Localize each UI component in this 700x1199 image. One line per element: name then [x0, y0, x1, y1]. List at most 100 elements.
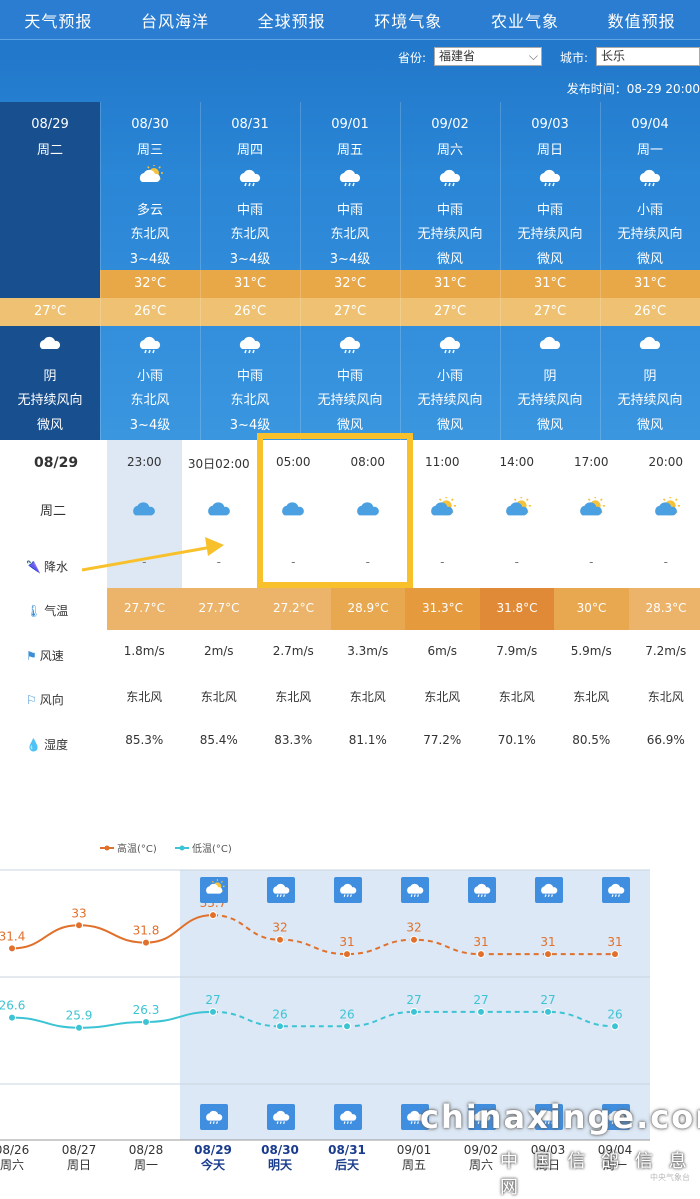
hour-wind-speed: 3.3m/s [331, 644, 406, 658]
day-weather: 中雨 [200, 199, 300, 218]
day-weekday: 周五 [300, 139, 400, 158]
low-temp: 26°C [100, 298, 200, 326]
day-weather: 中雨 [400, 199, 500, 218]
hour-humidity: 80.5% [554, 733, 629, 747]
hour-wind-dir: 东北风 [331, 688, 406, 705]
x-tick-label: 08/27 [62, 1143, 97, 1157]
hour-wind-dir: 东北风 [554, 688, 629, 705]
nav-item[interactable]: 环境气象 [374, 8, 442, 32]
x-tick-label: 08/31 [328, 1143, 366, 1157]
x-tick-sublabel: 周一 [134, 1158, 158, 1172]
day-date: 08/30 [100, 117, 200, 132]
hour-temp: 27.2°C [256, 588, 331, 630]
hour-wind-speed: 2m/s [182, 644, 257, 658]
day-weekday: 周一 [600, 139, 700, 158]
row-label-precip: 🌂降水 [0, 557, 107, 577]
low-temp: 27°C [400, 298, 500, 326]
x-tick-sublabel: 今天 [200, 1157, 226, 1172]
nav-item[interactable]: 全球预报 [258, 8, 326, 32]
high-temp: 31°C [200, 270, 300, 298]
x-tick-label: 09/01 [397, 1143, 432, 1157]
highlight-box [257, 433, 413, 588]
hour-wind-speed: 7.2m/s [629, 644, 700, 658]
day-column[interactable]: 08/29周二27°C阴无持续风向微风 [0, 102, 100, 440]
data-label: 32 [406, 921, 421, 935]
night-weather: 小雨 [100, 365, 200, 384]
day-column[interactable]: 08/30周三多云东北风3~4级32°C26°C小雨东北风3~4级 [100, 102, 200, 440]
data-label: 25.9 [66, 1009, 93, 1023]
hour-wind-dir: 东北风 [256, 688, 331, 705]
data-label: 27 [540, 993, 555, 1007]
data-point [143, 1018, 150, 1025]
day-wind-scale: 3~4级 [100, 248, 200, 267]
partly-cloudy-icon [480, 497, 555, 521]
hour-time: 20:00 [629, 455, 700, 469]
rain-icon [336, 165, 364, 187]
hour-temp: 30°C [554, 588, 629, 630]
day-date: 09/01 [300, 117, 400, 132]
data-point [344, 951, 351, 958]
row-label-text: 气温 [44, 604, 68, 618]
hour-humidity: 81.1% [331, 733, 406, 747]
day-weekday: 周二 [0, 139, 100, 158]
day-column[interactable]: 09/01周五中雨东北风3~4级32°C27°C中雨无持续风向微风 [300, 102, 400, 440]
data-point [344, 1023, 351, 1030]
data-point [478, 1008, 485, 1015]
hour-precip: - [480, 555, 555, 569]
hour-wind-dir: 东北风 [107, 688, 182, 705]
row-label-text: 湿度 [44, 738, 68, 752]
day-column[interactable]: 09/02周六中雨无持续风向微风31°C27°C小雨无持续风向微风 [400, 102, 500, 440]
x-tick-label: 08/30 [261, 1143, 299, 1157]
day-wind-scale: 3~4级 [200, 248, 300, 267]
hour-wind-dir: 东北风 [480, 688, 555, 705]
nav-item[interactable]: 数值预报 [608, 8, 676, 32]
night-weather: 小雨 [400, 365, 500, 384]
publish-time: 发布时间：08-29 20:00 [567, 80, 700, 97]
hour-temp: 31.3°C [405, 588, 480, 630]
day-wind-scale: 微风 [500, 248, 600, 267]
day-wind-dir: 东北风 [100, 223, 200, 242]
day-date: 09/03 [500, 117, 600, 132]
nav-item[interactable]: 台风海洋 [141, 8, 209, 32]
night-wind-scale: 3~4级 [100, 414, 200, 433]
province-select[interactable]: 福建省⌵ [434, 47, 542, 66]
day-column[interactable]: 09/04周一小雨无持续风向微风31°C26°C阴无持续风向微风 [600, 102, 700, 440]
nav-item[interactable]: 农业气象 [491, 8, 559, 32]
data-point [545, 951, 552, 958]
row-label-humidity: 💧湿度 [0, 735, 107, 755]
day-column[interactable]: 09/03周日中雨无持续风向微风31°C27°C阴无持续风向微风 [500, 102, 600, 440]
hour-humidity: 85.4% [182, 733, 257, 747]
hour-wind-speed: 2.7m/s [256, 644, 331, 658]
wind-dir-icon: ⚐ [26, 693, 37, 707]
data-point [277, 936, 284, 943]
partly-cloudy-icon [405, 497, 480, 521]
data-point [478, 951, 485, 958]
hour-humidity: 70.1% [480, 733, 555, 747]
hour-wind-speed: 1.8m/s [107, 644, 182, 658]
hour-temp: 28.3°C [629, 588, 700, 630]
high-temp: 32°C [300, 270, 400, 298]
day-column[interactable]: 08/31周四中雨东北风3~4级31°C26°C中雨东北风3~4级 [200, 102, 300, 440]
column-divider [500, 102, 501, 440]
data-point [9, 945, 16, 952]
rain-icon [636, 165, 664, 187]
hour-wind-dir: 东北风 [629, 688, 700, 705]
hour-wind-dir: 东北风 [405, 688, 480, 705]
rain-icon [436, 165, 464, 187]
data-point [612, 951, 619, 958]
rain-icon [136, 332, 164, 354]
hour-temp: 27.7°C [107, 588, 182, 630]
column-divider [300, 102, 301, 440]
night-wind-scale: 微风 [0, 414, 100, 433]
night-wind-scale: 微风 [500, 414, 600, 433]
hour-temp: 27.7°C [182, 588, 257, 630]
day-date: 08/29 [0, 117, 100, 132]
city-select[interactable]: 长乐 [596, 47, 700, 66]
data-label: 31 [339, 935, 354, 949]
low-temp: 27°C [300, 298, 400, 326]
day-weather: 多云 [100, 199, 200, 218]
night-weather: 中雨 [300, 365, 400, 384]
hour-time: 30日02:00 [182, 455, 257, 472]
day-date: 08/31 [200, 117, 300, 132]
nav-item[interactable]: 天气预报 [24, 8, 92, 32]
